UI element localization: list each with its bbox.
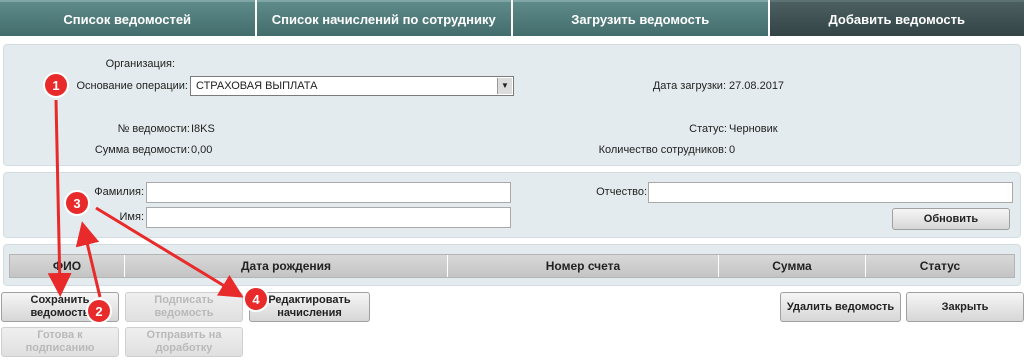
annotation-badge-3: 3 [64, 190, 90, 216]
annotation-arrow-3 [95, 206, 244, 298]
annotation-badge-1: 1 [43, 72, 69, 98]
annotation-arrow-2 [75, 221, 102, 298]
annotation-badge-4: 4 [243, 286, 269, 312]
annotation-arrow-1 [47, 99, 72, 297]
annotation-arrows [47, 99, 244, 298]
annotation-badge-2: 2 [86, 298, 112, 324]
